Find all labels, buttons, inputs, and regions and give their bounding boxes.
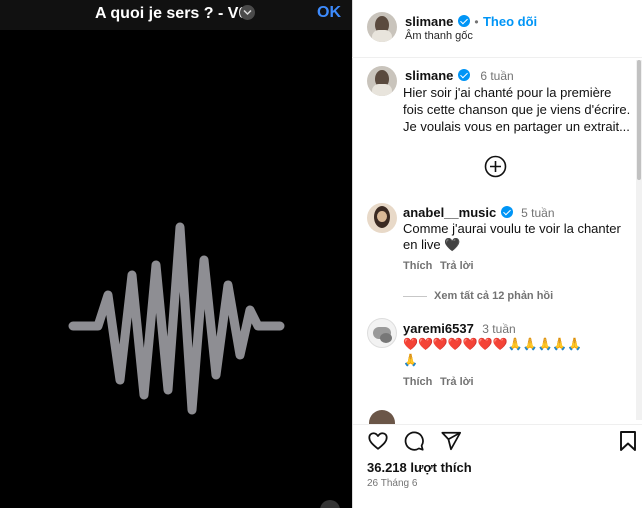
likes-count[interactable]: 36.218 lượt thích	[367, 460, 472, 475]
caption-line: fois cette chanson que je viens d'écrire…	[403, 102, 631, 117]
verified-badge-icon	[500, 206, 513, 218]
comment-icon[interactable]	[403, 430, 425, 452]
audio-waveform-icon	[68, 222, 285, 415]
reply-button[interactable]: Trả lời	[440, 260, 474, 272]
audio-subtitle[interactable]: Âm thanh gốc	[405, 30, 473, 42]
comment-time: 5 tuần	[521, 206, 555, 220]
view-replies-button[interactable]: Xem tất cả 12 phản hồi	[434, 290, 553, 302]
comment-username[interactable]: yaremi6537	[403, 321, 474, 336]
like-comment-button[interactable]: Thích	[403, 260, 432, 272]
scrollbar-thumb[interactable]	[637, 60, 641, 180]
audio-title: A quoi je sers ? - V0	[95, 5, 248, 22]
caption-line: Hier soir j'ai chanté pour la première	[403, 85, 612, 100]
follow-button[interactable]: Theo dõi	[483, 14, 537, 29]
chevron-down-icon[interactable]	[240, 5, 255, 20]
separator-dot: •	[474, 15, 479, 29]
bookmark-icon[interactable]	[619, 430, 637, 452]
header-divider	[352, 57, 642, 58]
caption-meta: slimane 6 tuần	[405, 67, 514, 85]
caption-line: Je voulais vous en partager un extrait..…	[403, 119, 630, 134]
post-date: 26 Tháng 6	[367, 478, 418, 489]
comment-time: 3 tuần	[482, 322, 516, 336]
action-divider	[353, 424, 642, 425]
comment-text: ❤️❤️❤️❤️❤️❤️❤️🙏🙏🙏🙏🙏	[403, 337, 583, 351]
replies-line	[403, 296, 427, 297]
avatar[interactable]	[367, 318, 397, 348]
caption-username[interactable]: slimane	[405, 68, 453, 83]
comment-username[interactable]: anabel__music	[403, 205, 496, 220]
ok-button[interactable]: OK	[317, 4, 341, 22]
verified-badge-icon	[457, 69, 470, 81]
heart-icon[interactable]	[367, 430, 389, 452]
avatar[interactable]	[367, 203, 397, 233]
header-username[interactable]: slimane	[405, 14, 453, 29]
reply-button[interactable]: Trả lời	[440, 376, 474, 388]
comment-text: en live 🖤	[403, 237, 461, 252]
media-control[interactable]	[320, 500, 340, 508]
share-icon[interactable]	[440, 430, 462, 452]
avatar[interactable]	[367, 12, 397, 42]
verified-badge-icon	[457, 15, 470, 27]
caption-time: 6 tuần	[480, 69, 514, 83]
comment-text: 🙏	[403, 353, 418, 367]
avatar[interactable]	[367, 66, 397, 96]
header-user: slimane • Theo dõi	[405, 13, 537, 31]
load-more-comments-icon[interactable]	[484, 155, 507, 178]
like-comment-button[interactable]: Thích	[403, 376, 432, 388]
media-viewer: A quoi je sers ? - V0 OK	[0, 0, 352, 508]
